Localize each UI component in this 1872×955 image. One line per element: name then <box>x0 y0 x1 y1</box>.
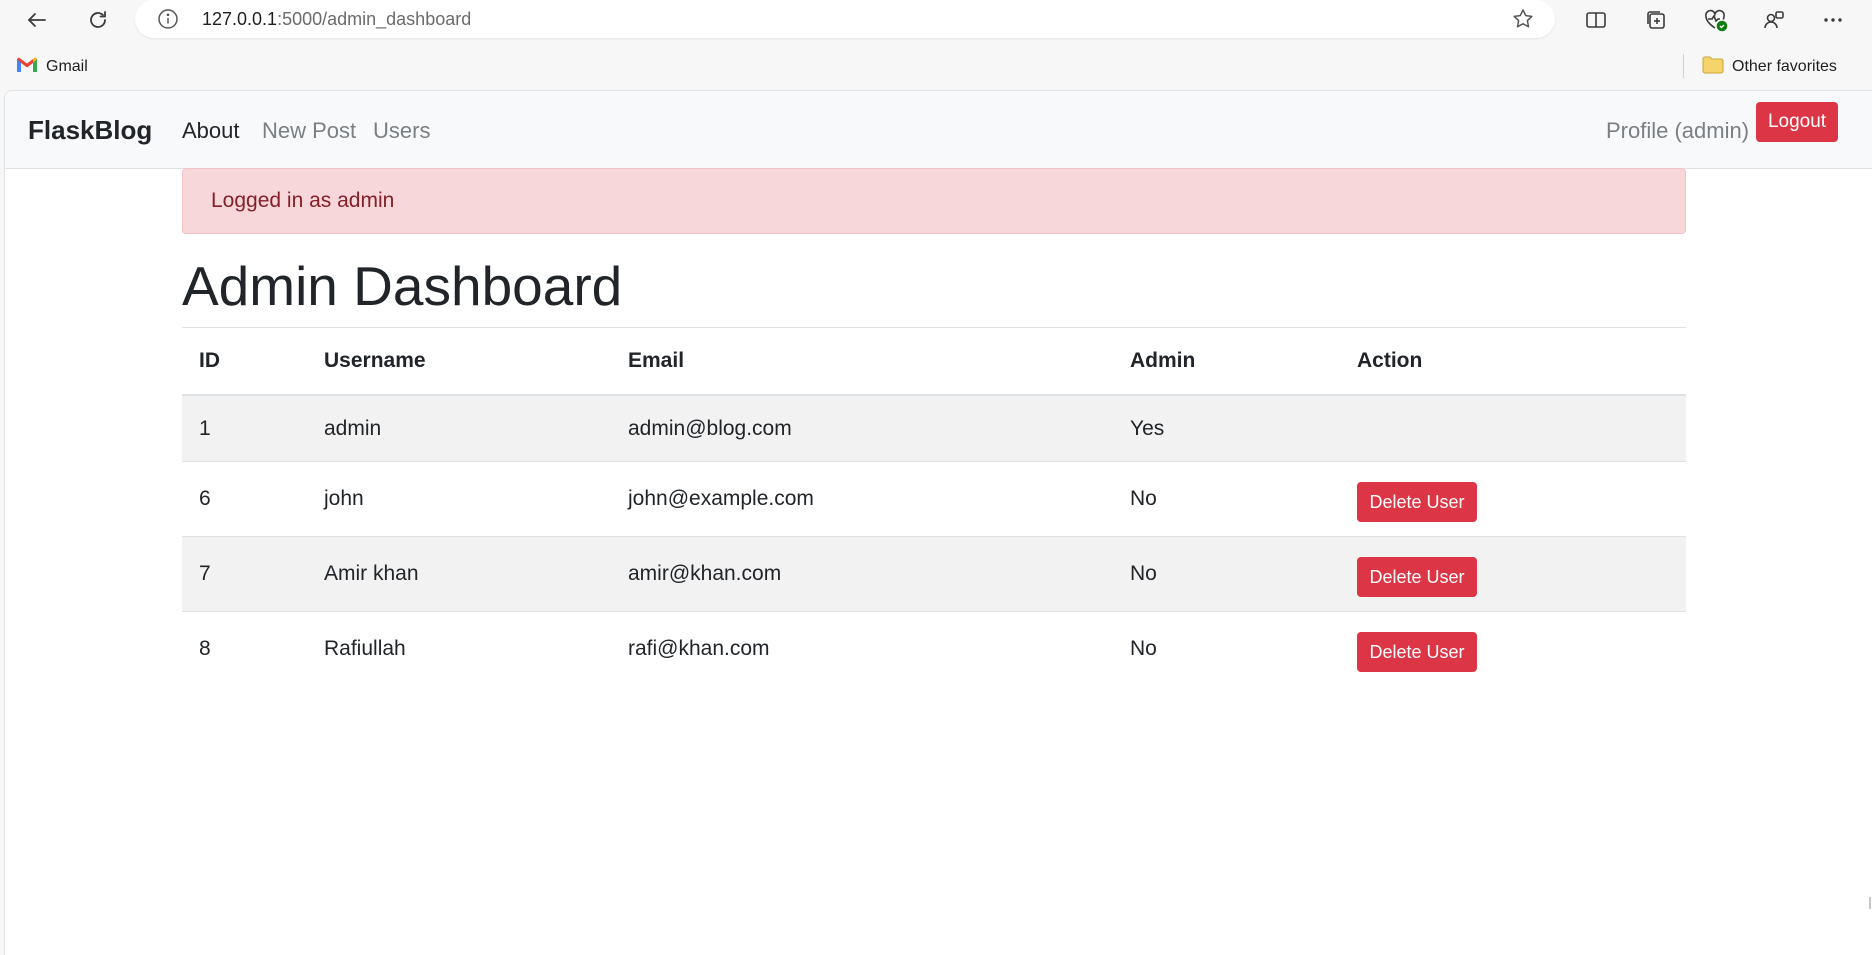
page-title: Admin Dashboard <box>182 255 623 317</box>
column-header-email: Email <box>611 327 1113 396</box>
cell-email: rafi@khan.com <box>628 637 770 660</box>
scrollbar[interactable] <box>1869 897 1871 909</box>
favorite-label: Gmail <box>46 58 88 75</box>
extensions-icon[interactable] <box>1760 6 1788 34</box>
cell-action: Delete User <box>1340 461 1686 537</box>
cell-admin: No <box>1130 637 1157 660</box>
nav-link-about[interactable]: About <box>182 118 240 144</box>
cell-email: amir@khan.com <box>611 536 1113 612</box>
favorite-label: Other favorites <box>1732 58 1837 75</box>
favorite-star-icon[interactable] <box>1511 7 1535 31</box>
cell-username: john <box>307 461 611 537</box>
column-header-admin: Admin <box>1113 327 1340 396</box>
cell-username: Rafiullah <box>324 637 406 660</box>
brand-logo[interactable]: FlaskBlog <box>28 115 152 146</box>
site-info-icon[interactable] <box>157 8 179 30</box>
cell-id: 7 <box>182 536 307 612</box>
delete-user-button[interactable]: Delete User <box>1357 482 1477 522</box>
gmail-icon <box>16 56 38 79</box>
cell-id: 8 <box>199 637 211 660</box>
cell-username: Amir khan <box>307 536 611 612</box>
cell-id: 1 <box>182 395 307 462</box>
favorite-gmail[interactable]: Gmail <box>16 54 88 80</box>
column-header-action: Action <box>1340 327 1686 396</box>
favorites-divider <box>1683 54 1684 78</box>
users-table: ID Username Email Admin Action 1 admin a… <box>182 327 1686 686</box>
logout-button[interactable]: Logout <box>1756 102 1838 142</box>
table-row: 1 admin admin@blog.com Yes <box>182 395 1686 462</box>
collections-icon[interactable] <box>1642 6 1670 34</box>
table-row: 6 john john@example.com No Delete User <box>182 461 1686 537</box>
browser-toolbar: 127.0.0.1:5000/admin_dashboard <box>0 0 1872 40</box>
cell-action: Delete User <box>1340 612 1686 687</box>
cell-email: admin@blog.com <box>611 395 1113 462</box>
cell-action <box>1340 395 1686 462</box>
more-menu-icon[interactable] <box>1819 6 1847 34</box>
flash-alert: Logged in as admin <box>182 168 1686 234</box>
nav-link-users[interactable]: Users <box>373 118 430 144</box>
favorite-other-folder[interactable]: Other favorites <box>1702 54 1837 80</box>
column-header-username: Username <box>307 327 611 396</box>
site-navbar: FlaskBlog About New Post Users Profile (… <box>5 91 1872 169</box>
back-arrow-icon[interactable] <box>19 2 55 38</box>
cell-admin: No <box>1113 536 1340 612</box>
cell-email: john@example.com <box>611 461 1113 537</box>
folder-icon <box>1702 55 1724 80</box>
browser-essentials-icon[interactable] <box>1701 6 1729 34</box>
nav-link-profile[interactable]: Profile (admin) <box>1606 118 1749 144</box>
main-container: Logged in as admin Admin Dashboard ID Us… <box>182 168 1688 686</box>
cell-id: 6 <box>182 461 307 537</box>
column-header-id: ID <box>182 327 307 396</box>
cell-username: admin <box>307 395 611 462</box>
url-text: 127.0.0.1:5000/admin_dashboard <box>202 9 472 29</box>
page-viewport: FlaskBlog About New Post Users Profile (… <box>4 90 1872 955</box>
favorites-bar: Gmail Other favorites <box>0 46 1872 88</box>
address-bar[interactable]: 127.0.0.1:5000/admin_dashboard <box>135 0 1555 38</box>
nav-link-new-post[interactable]: New Post <box>262 118 356 144</box>
refresh-icon[interactable] <box>80 2 116 38</box>
cell-admin: Yes <box>1113 395 1340 462</box>
cell-admin: No <box>1113 461 1340 537</box>
table-row: 8 Rafiullah rafi@khan.com No Delete User <box>182 612 1686 687</box>
delete-user-button[interactable]: Delete User <box>1357 557 1477 597</box>
cell-action: Delete User <box>1340 536 1686 612</box>
alert-message: Logged in as admin <box>211 189 395 212</box>
table-row: 7 Amir khan amir@khan.com No Delete User <box>182 536 1686 612</box>
split-screen-icon[interactable] <box>1582 6 1610 34</box>
delete-user-button[interactable]: Delete User <box>1357 632 1477 672</box>
table-header-row: ID Username Email Admin Action <box>182 327 1686 396</box>
